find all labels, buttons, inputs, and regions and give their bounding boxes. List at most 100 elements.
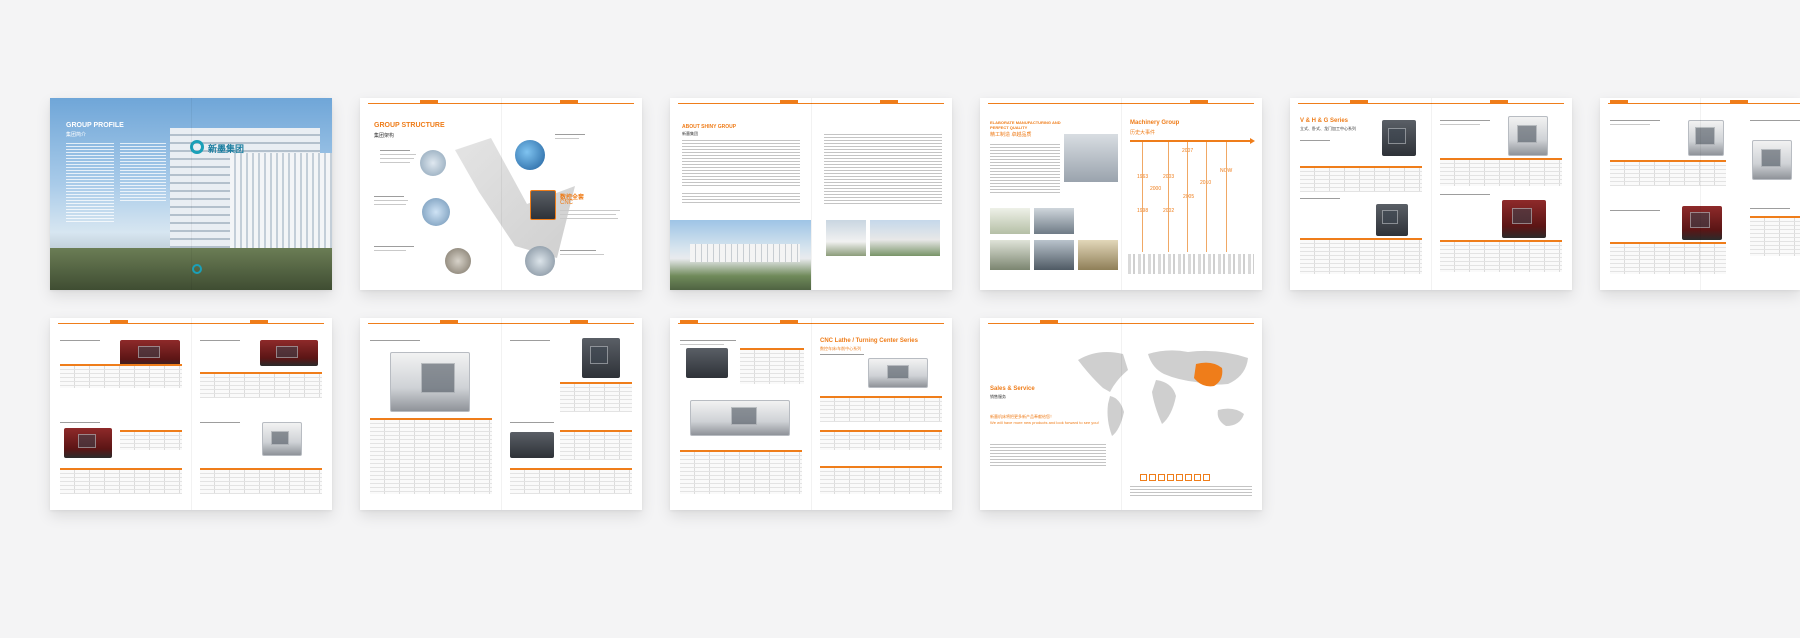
workshop-photo-2 — [990, 208, 1030, 234]
page-title: Sales & Service — [990, 386, 1035, 392]
machine-vmc-4 — [1688, 120, 1724, 156]
spread-vhg-series[interactable]: V & H & G Series 立式、卧式、龙门加工中心系列 — [1290, 98, 1572, 290]
page-header — [980, 98, 1262, 106]
quality-title-2: PERFECT QUALITY — [990, 125, 1028, 130]
page-title-cn: 数控车床/车削中心系列 — [820, 346, 862, 351]
lathe-table-5 — [200, 468, 322, 494]
service-icon-5 — [1176, 474, 1183, 481]
page-title: GROUP STRUCTURE — [374, 122, 445, 129]
machine-gantry — [510, 432, 554, 458]
spec-table-3 — [1300, 238, 1422, 274]
machine-vmc-5 — [1752, 140, 1792, 180]
trees — [50, 248, 332, 290]
lathe-3 — [64, 428, 112, 458]
factory-photo-2 — [826, 220, 866, 256]
structure-photo-1 — [515, 140, 545, 170]
building-logo-icon — [190, 140, 204, 154]
sales-text — [990, 444, 1106, 468]
history-title-cn: 历史大事件 — [1130, 130, 1156, 136]
spread-vmc-partial[interactable] — [1600, 98, 1800, 290]
page-header — [1600, 98, 1800, 106]
factory-photo-3 — [870, 220, 940, 256]
spec-table-1 — [1300, 166, 1422, 192]
machine-vmc-3 — [1376, 204, 1408, 236]
cnc-table-1 — [740, 348, 804, 384]
big-table-1 — [370, 418, 492, 494]
world-map — [1078, 350, 1248, 436]
spread-cnc-lathe[interactable]: CNC Lathe / Turning Center Series 数控车床/车… — [670, 318, 952, 510]
machine-vmc-6 — [1682, 206, 1722, 240]
contact-text — [1130, 486, 1252, 496]
workshop-photo-3 — [1034, 208, 1074, 234]
cnc-table-3 — [820, 396, 942, 422]
building-wing — [230, 153, 332, 258]
big-table-2 — [560, 382, 632, 412]
history-title: Machinery Group — [1130, 120, 1180, 126]
intro-text-2 — [120, 143, 166, 203]
spread-sales-service[interactable]: Sales & Service 销售服务 新墨机床将把更多新产品奉献给您！ We… — [980, 318, 1262, 510]
structure-photo-4 — [445, 248, 471, 274]
page-title: CNC Lathe / Turning Center Series — [820, 338, 918, 344]
spec-table-4 — [1440, 240, 1562, 272]
page-title: V & H & G Series — [1300, 118, 1349, 124]
gantry-mill-2 — [690, 400, 790, 436]
big-table-4 — [510, 468, 632, 494]
machine-hmc-1 — [1502, 200, 1546, 238]
cnc-lathe-1 — [868, 358, 928, 388]
service-icon-7 — [1194, 474, 1201, 481]
page-title-cn: 立式、卧式、龙门加工中心系列 — [1300, 126, 1356, 131]
machine-vmc-2 — [1508, 116, 1548, 156]
structure-photo-2 — [420, 150, 446, 176]
spec-table-7 — [1750, 216, 1800, 256]
service-icons — [1140, 474, 1210, 481]
china-highlight — [1194, 362, 1223, 387]
about-text-right — [824, 134, 942, 204]
cnc-table-2 — [680, 450, 802, 494]
timeline-arrow-icon — [1250, 138, 1255, 144]
timeline-bar — [1130, 140, 1252, 142]
skyline — [1128, 254, 1254, 274]
page-header — [980, 318, 1262, 326]
quality-text — [990, 144, 1060, 194]
gantry-mill-1 — [686, 348, 728, 378]
entrance-logo-icon — [192, 264, 202, 274]
cnc-machine — [530, 190, 556, 220]
lathe-4 — [262, 422, 302, 456]
spread-large-machines[interactable] — [360, 318, 642, 510]
page-header — [670, 318, 952, 326]
spread-about[interactable]: ABOUT SHINY GROUP 新墨集团 — [670, 98, 952, 290]
lathe-table-3 — [120, 430, 182, 450]
spec-table-2 — [1440, 158, 1562, 186]
about-text-left — [682, 140, 800, 188]
page-header — [1290, 98, 1572, 106]
service-icon-3 — [1158, 474, 1165, 481]
spread-quality-history[interactable]: ELABORATE MANUFACTURING AND PERFECT QUAL… — [980, 98, 1262, 290]
workshop-photo-4 — [990, 240, 1030, 270]
structure-photo-3 — [422, 198, 450, 226]
spread-group-profile[interactable]: 新墨集团 GROUP PROFILE 集团简介 — [50, 98, 332, 290]
page-header — [50, 318, 332, 326]
page-title-cn: 集团架构 — [374, 133, 395, 139]
page-header — [360, 98, 642, 106]
year-2000: 2000 — [1150, 186, 1162, 192]
page-header — [670, 98, 952, 106]
page-title-cn: 新墨集团 — [682, 131, 698, 136]
factory-building — [690, 244, 800, 262]
structure-photo-5 — [525, 246, 555, 276]
workshop-photo-6 — [1078, 240, 1118, 270]
building-sign: 新墨集团 — [208, 144, 245, 154]
lathe-table-4 — [60, 468, 182, 494]
workshop-photo-1 — [1064, 134, 1118, 182]
spread-lathes[interactable] — [50, 318, 332, 510]
about-text-left-2 — [682, 193, 800, 205]
intro-text — [66, 143, 114, 223]
cnc-table-4 — [820, 430, 942, 450]
spread-group-structure[interactable]: GROUP STRUCTURE 集团架构 数控全套 CNC — [360, 98, 642, 290]
quality-title-cn: 精工制造 卓越品质 — [990, 132, 1032, 138]
workshop-photo-5 — [1034, 240, 1074, 270]
machine-large-1 — [390, 352, 470, 412]
lathe-table-1 — [60, 364, 182, 388]
page-header — [360, 318, 642, 326]
slogan-en: We will have more new products and look … — [990, 420, 1099, 425]
spec-table-5 — [1610, 160, 1726, 186]
